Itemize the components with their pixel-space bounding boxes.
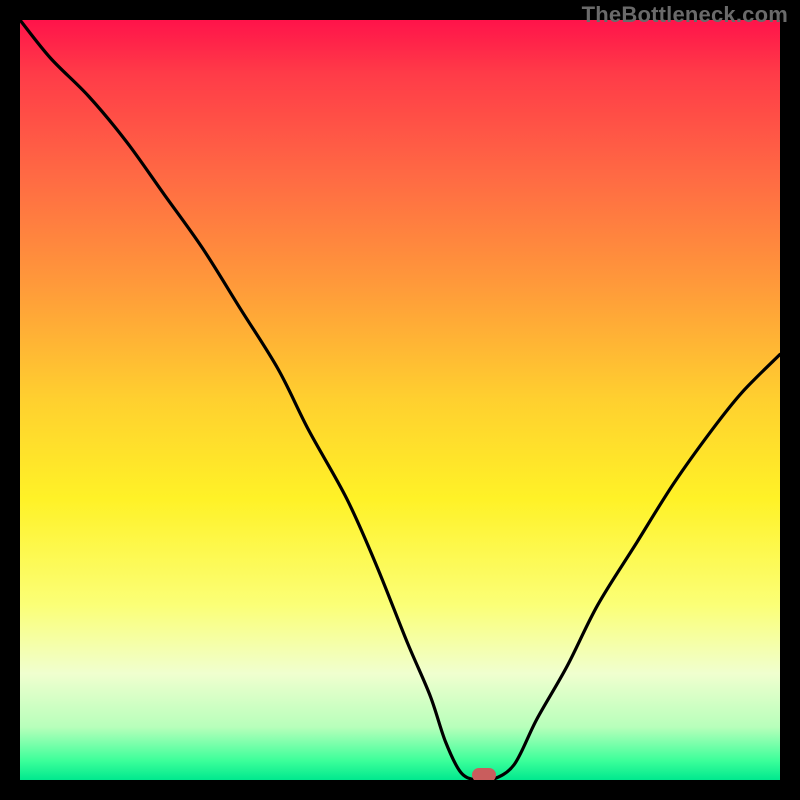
curve-svg [20, 20, 780, 780]
bottleneck-curve-path [20, 20, 780, 780]
watermark-text: TheBottleneck.com [582, 2, 788, 28]
chart-container: TheBottleneck.com [0, 0, 800, 800]
plot-area [20, 20, 780, 780]
optimal-point-marker [472, 768, 496, 780]
